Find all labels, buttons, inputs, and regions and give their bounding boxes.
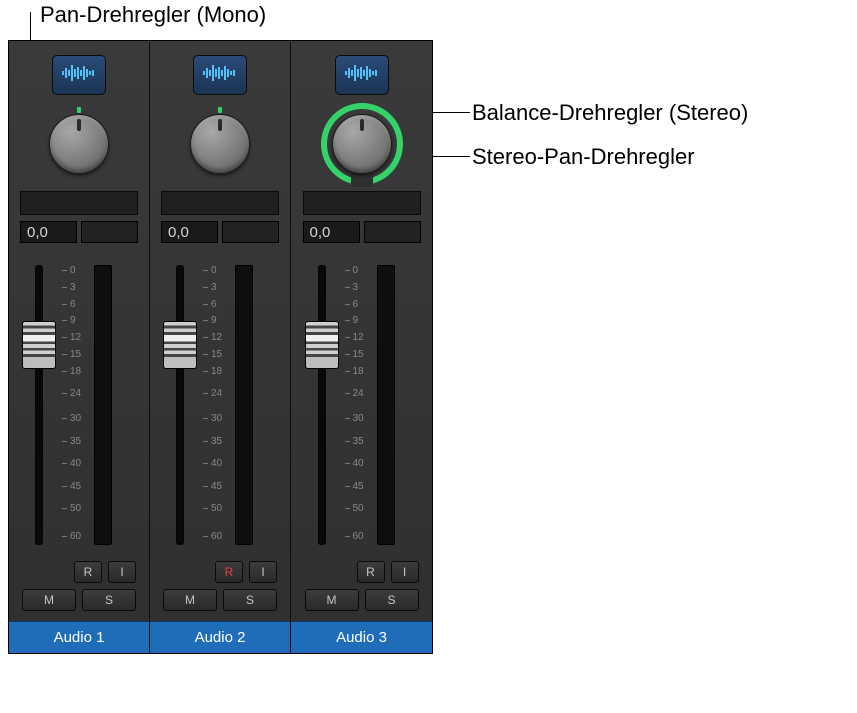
- track-name-label[interactable]: Audio 1: [9, 621, 149, 653]
- level-readout: 0,0: [20, 221, 77, 243]
- level-readout: 0,0: [161, 221, 218, 243]
- track-name-label[interactable]: Audio 2: [150, 621, 290, 653]
- peak-readout: [222, 221, 279, 243]
- db-scale: 0 3 6 9 12 15 18 24 30 35 40 45 50 60: [203, 265, 231, 545]
- stereo-pan-knob[interactable]: [332, 114, 392, 174]
- mixer-panel: 0,0 0 3 6 9 12 15 18 24 30 35 40 45 50: [8, 40, 433, 654]
- volume-fader-track[interactable]: [161, 265, 199, 545]
- annotation-pan-mono: Pan-Drehregler (Mono): [40, 2, 266, 28]
- level-meter: [235, 265, 253, 545]
- volume-fader-track[interactable]: [303, 265, 341, 545]
- volume-fader-track[interactable]: [20, 265, 58, 545]
- waveform-icon: [61, 63, 97, 88]
- pan-indicator-icon: [218, 107, 222, 113]
- annotation-balance-stereo: Balance-Drehregler (Stereo): [472, 100, 748, 126]
- mute-button[interactable]: M: [305, 589, 359, 611]
- insert-slot[interactable]: [303, 191, 421, 215]
- balance-knob-stereo[interactable]: [190, 114, 250, 174]
- insert-slot[interactable]: [20, 191, 138, 215]
- db-scale: 0 3 6 9 12 15 18 24 30 35 40 45 50 60: [62, 265, 90, 545]
- fader-cap[interactable]: [163, 321, 197, 369]
- input-monitor-button[interactable]: I: [108, 561, 136, 583]
- waveform-icon: [202, 63, 238, 88]
- input-monitor-button[interactable]: I: [249, 561, 277, 583]
- fader-cap[interactable]: [22, 321, 56, 369]
- peak-readout: [364, 221, 421, 243]
- channel-strip-3: 0,0 0 3 6 9 12 15 18 24 30 35 40 45 50: [291, 41, 432, 653]
- solo-button[interactable]: S: [223, 589, 277, 611]
- record-enable-button[interactable]: R: [215, 561, 243, 583]
- channel-strip-1: 0,0 0 3 6 9 12 15 18 24 30 35 40 45 50: [9, 41, 150, 653]
- level-meter: [377, 265, 395, 545]
- input-type-button[interactable]: [52, 55, 106, 95]
- solo-button[interactable]: S: [82, 589, 136, 611]
- input-monitor-button[interactable]: I: [391, 561, 419, 583]
- mute-button[interactable]: M: [22, 589, 76, 611]
- db-scale: 0 3 6 9 12 15 18 24 30 35 40 45 50 60: [345, 265, 373, 545]
- level-readout: 0,0: [303, 221, 360, 243]
- pan-knob-mono[interactable]: [49, 114, 109, 174]
- peak-readout: [81, 221, 138, 243]
- pan-indicator-icon: [77, 107, 81, 113]
- fader-cap[interactable]: [305, 321, 339, 369]
- record-enable-button[interactable]: R: [74, 561, 102, 583]
- record-enable-button[interactable]: R: [357, 561, 385, 583]
- input-type-button[interactable]: [193, 55, 247, 95]
- waveform-icon: [344, 63, 380, 88]
- channel-strip-2: 0,0 0 3 6 9 12 15 18 24 30 35 40 45 50: [150, 41, 291, 653]
- mute-button[interactable]: M: [163, 589, 217, 611]
- level-meter: [94, 265, 112, 545]
- annotation-stereo-pan: Stereo-Pan-Drehregler: [472, 144, 695, 170]
- track-name-label[interactable]: Audio 3: [291, 621, 432, 653]
- insert-slot[interactable]: [161, 191, 279, 215]
- input-type-button[interactable]: [335, 55, 389, 95]
- solo-button[interactable]: S: [365, 589, 419, 611]
